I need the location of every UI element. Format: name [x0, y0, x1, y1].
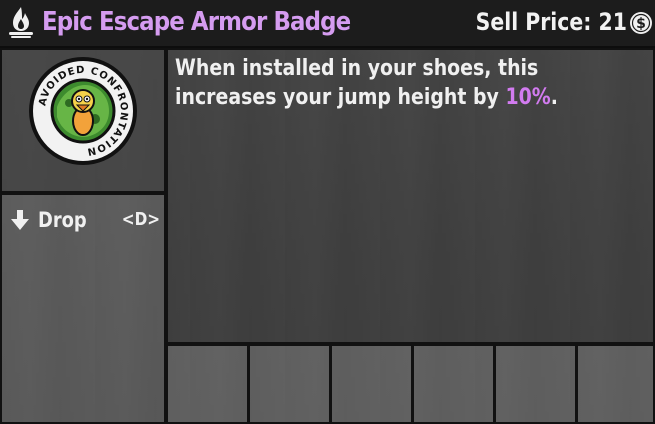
mod-slot[interactable] [166, 344, 249, 424]
mod-slot[interactable] [494, 344, 577, 424]
mod-slot[interactable] [330, 344, 413, 424]
mod-slot[interactable] [576, 344, 655, 424]
description-panel: When installed in your shoes, this incre… [166, 48, 655, 344]
arrow-down-icon [11, 210, 29, 230]
sell-price-label: Sell Price: [475, 8, 592, 36]
item-description: When installed in your shoes, this incre… [175, 54, 639, 112]
sell-price: Sell Price: 21 [476, 5, 627, 39]
svg-text:$: $ [636, 16, 646, 32]
drop-label: Drop [38, 208, 87, 232]
actions-panel: Drop <D> [0, 193, 166, 424]
avoided-confrontation-badge-icon: AVOIDED CONFRONTATION [27, 55, 139, 167]
description-end: . [550, 85, 558, 110]
mod-slots [166, 344, 655, 424]
item-header: Epic Escape Armor Badge Sell Price: 21 $ [0, 0, 655, 48]
description-highlight: 10% [505, 85, 551, 110]
mod-slot[interactable] [412, 344, 495, 424]
item-icon-panel: AVOIDED CONFRONTATION [0, 48, 166, 193]
campfire-icon [9, 7, 33, 38]
sell-price-value: 21 [598, 8, 627, 36]
drop-hotkey: <D> [121, 209, 160, 230]
mod-slot[interactable] [248, 344, 331, 424]
drop-action[interactable]: Drop <D> [8, 207, 160, 233]
dukes-coin-icon: $ [630, 12, 652, 34]
description-text: When installed in your shoes, this incre… [175, 56, 539, 110]
item-title: Epic Escape Armor Badge [42, 7, 351, 37]
